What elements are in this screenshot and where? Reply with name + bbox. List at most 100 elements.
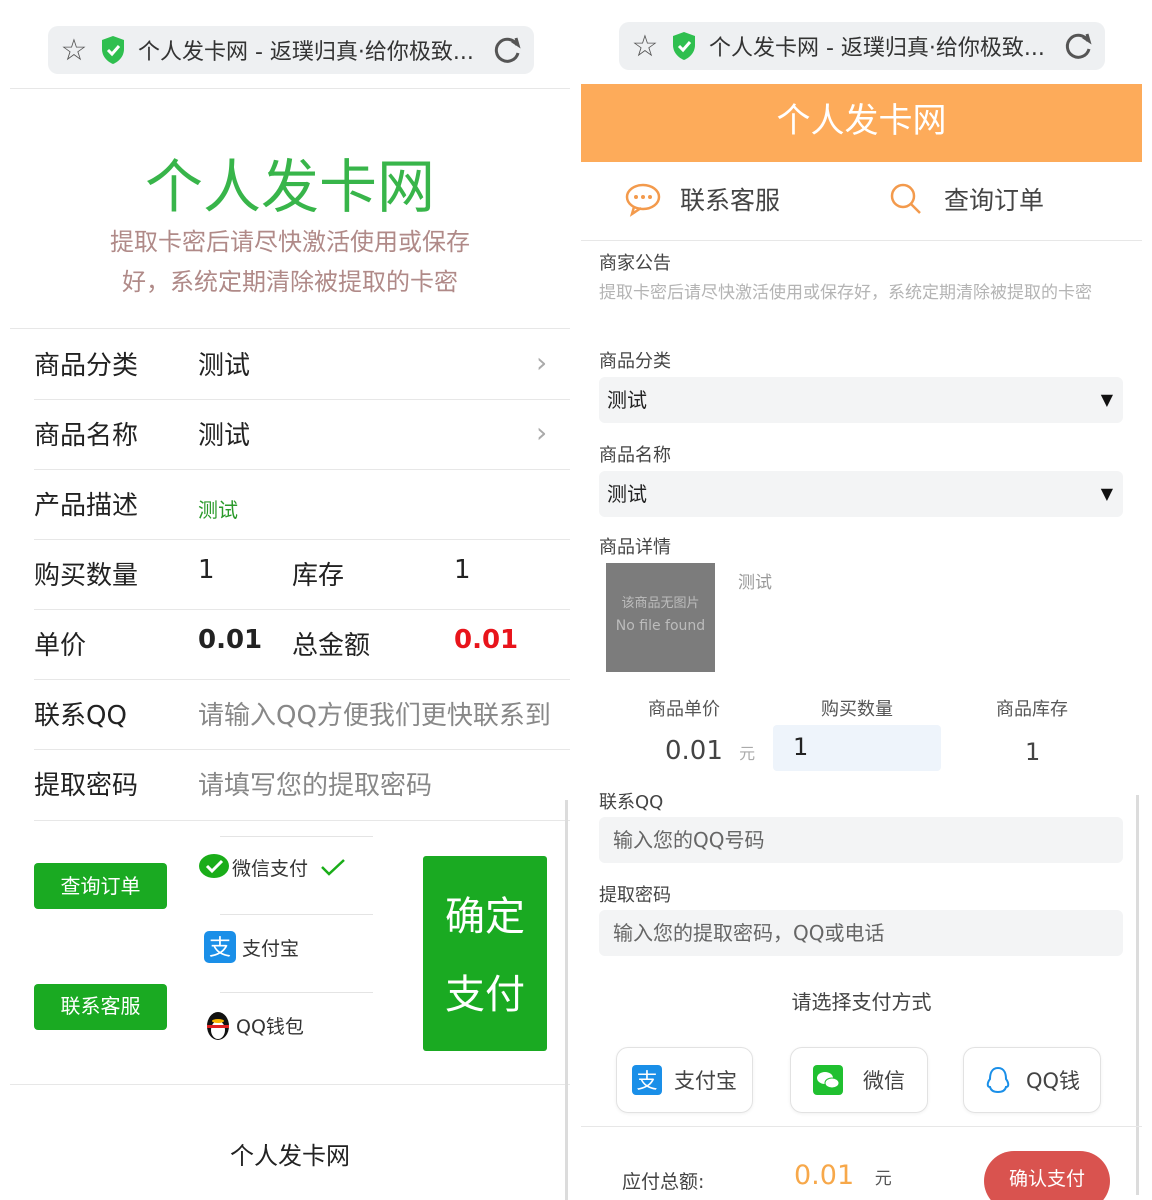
alipay-label: 支付宝 xyxy=(674,1069,737,1093)
left-address-bar[interactable]: ☆ 个人发卡网 - 返璞归真·给你极致... xyxy=(48,26,534,74)
unit-price-value: 0.01 元 xyxy=(665,736,755,766)
password-input[interactable]: 请填写您的提取密码 xyxy=(198,765,432,802)
yuan-unit: 元 xyxy=(739,744,756,763)
pay-option-qq[interactable]: QQ钱包 xyxy=(204,1008,304,1042)
quantity-input[interactable]: 1 xyxy=(773,725,941,771)
divider xyxy=(34,820,570,821)
shield-icon xyxy=(673,32,695,60)
product-name-label: 商品名称 xyxy=(599,445,671,466)
price-value: 0.01 xyxy=(198,625,263,655)
query-order-button[interactable]: 查询订单 xyxy=(34,863,167,909)
reload-icon[interactable] xyxy=(490,33,524,67)
site-title: 个人发卡网 xyxy=(144,153,435,221)
divider xyxy=(220,914,373,915)
divider xyxy=(34,539,570,540)
divider xyxy=(581,240,1142,241)
shield-icon xyxy=(102,36,124,64)
divider xyxy=(34,469,570,470)
scrollbar[interactable] xyxy=(565,800,568,1200)
pay-option-wechat[interactable]: 微信 xyxy=(790,1047,928,1113)
wechat-icon xyxy=(199,854,229,878)
divider xyxy=(581,1126,1142,1127)
qq-wallet-label: QQ钱包 xyxy=(236,1015,304,1038)
stock-label: 库存 xyxy=(292,561,345,591)
right-address-bar[interactable]: ☆ 个人发卡网 - 返璞归真·给你极致... xyxy=(619,22,1105,70)
divider xyxy=(220,836,373,837)
confirm-line-2: 支付 xyxy=(445,972,525,1018)
wechat-icon xyxy=(813,1065,843,1095)
qq-input[interactable]: 请输入QQ方便我们更快联系到 xyxy=(198,695,550,732)
total-number: 0.01 xyxy=(794,1160,855,1191)
alipay-icon: 支 xyxy=(204,931,236,963)
divider xyxy=(10,328,570,329)
pay-option-alipay[interactable]: 支 支付宝 xyxy=(204,931,299,963)
divider xyxy=(34,749,570,750)
total-label: 总金额 xyxy=(292,631,371,661)
browser-title: 个人发卡网 - 返璞归真·给你极致... xyxy=(709,36,1045,61)
divider xyxy=(34,399,570,400)
check-icon xyxy=(321,859,345,876)
dropdown-arrow-icon: ▼ xyxy=(1100,484,1113,503)
pay-option-alipay[interactable]: 支 支付宝 xyxy=(616,1047,753,1113)
browser-title: 个人发卡网 - 返璞归真·给你极致... xyxy=(138,40,474,65)
unit-price-number: 0.01 xyxy=(665,736,723,766)
chevron-right-icon[interactable]: › xyxy=(536,346,547,379)
category-label: 商品分类 xyxy=(34,351,139,381)
confirm-pay-button[interactable]: 确认支付 xyxy=(984,1151,1110,1200)
unit-price-label: 商品单价 xyxy=(648,699,720,720)
announce-text: 提取卡密后请尽快激活使用或保存好，系统定期清除被提取的卡密 xyxy=(599,283,1092,303)
pay-option-qq[interactable]: QQ钱 xyxy=(963,1047,1101,1113)
nav-query-order[interactable]: 查询订单 xyxy=(888,181,1044,217)
pay-option-wechat[interactable]: 微信支付 xyxy=(198,852,348,882)
divider xyxy=(34,609,570,610)
category-label: 商品分类 xyxy=(599,351,671,372)
category-value: 测试 xyxy=(607,388,647,412)
nav-contact-service[interactable]: 联系客服 xyxy=(624,181,780,217)
category-select[interactable]: 测试 xyxy=(198,345,250,382)
chevron-right-icon[interactable]: › xyxy=(536,416,547,449)
svg-text:支: 支 xyxy=(209,936,231,961)
password-input[interactable]: 输入您的提取密码，QQ或电话 xyxy=(599,910,1123,956)
reload-icon[interactable] xyxy=(1061,29,1095,63)
description-value: 测试 xyxy=(198,498,238,522)
no-image-line-1: 该商品无图片 xyxy=(621,596,700,611)
category-select[interactable]: 测试 ▼ xyxy=(599,377,1123,423)
price-label: 单价 xyxy=(34,631,87,661)
nav-query-label: 查询订单 xyxy=(944,186,1045,215)
detail-text: 测试 xyxy=(738,573,772,593)
qq-penguin-icon xyxy=(207,1012,229,1040)
svg-text:支: 支 xyxy=(637,1069,658,1093)
qq-wallet-label: QQ钱 xyxy=(1025,1069,1081,1093)
total-unit: 元 xyxy=(874,1169,892,1189)
wechat-label: 微信 xyxy=(863,1069,905,1093)
quantity-label: 购买数量 xyxy=(34,561,139,591)
qq-label: 联系QQ xyxy=(599,792,664,813)
pay-method-prompt: 请选择支付方式 xyxy=(791,990,932,1014)
announce-label: 商家公告 xyxy=(599,253,671,274)
alipay-icon: 支 xyxy=(632,1065,662,1095)
divider xyxy=(34,679,570,680)
divider xyxy=(220,992,373,993)
no-image-line-2: No file found xyxy=(615,618,706,634)
notice-line-2: 好，系统定期清除被提取的卡密 xyxy=(122,268,458,296)
product-name-value: 测试 xyxy=(607,482,647,506)
total-value: 0.01 元 xyxy=(794,1160,892,1191)
alipay-label: 支付宝 xyxy=(242,937,300,960)
product-name-select[interactable]: 测试 xyxy=(198,415,250,452)
star-icon[interactable]: ☆ xyxy=(54,33,94,68)
star-icon[interactable]: ☆ xyxy=(625,29,665,64)
product-name-select[interactable]: 测试 ▼ xyxy=(599,471,1123,517)
qq-input[interactable]: 输入您的QQ号码 xyxy=(599,817,1123,863)
password-label: 提取密码 xyxy=(34,771,139,801)
divider xyxy=(10,1084,570,1085)
search-icon xyxy=(890,183,921,214)
confirm-pay-button[interactable]: 确定 支付 xyxy=(423,856,547,1051)
quantity-input[interactable]: 1 xyxy=(198,555,215,585)
no-image-placeholder: 该商品无图片 No file found xyxy=(606,563,715,672)
total-label: 应付总额: xyxy=(622,1171,705,1193)
contact-service-button[interactable]: 联系客服 xyxy=(34,984,167,1030)
stock-label: 商品库存 xyxy=(996,699,1068,720)
product-name-label: 商品名称 xyxy=(34,421,139,451)
header-title: 个人发卡网 xyxy=(581,84,1142,162)
chat-icon xyxy=(625,183,661,217)
